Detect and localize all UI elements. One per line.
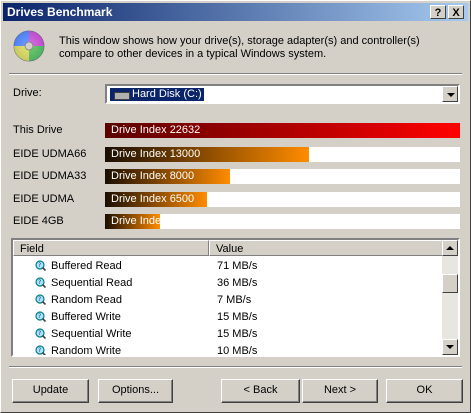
magnifier-question-icon: ? xyxy=(35,345,46,355)
value-cell: 15 MB/s xyxy=(217,328,258,340)
svg-text:?: ? xyxy=(38,313,41,320)
list-item[interactable]: ? Random Write 10 MB/s xyxy=(13,343,443,357)
drive-selected: Hard Disk (C:) xyxy=(110,88,204,101)
benchmark-bar-text: Drive Index 6500 xyxy=(111,193,195,205)
list-item[interactable]: ? Sequential Write 15 MB/s xyxy=(13,326,443,343)
benchmark-label: This Drive xyxy=(13,124,63,136)
scroll-thumb[interactable] xyxy=(442,274,458,293)
svg-text:?: ? xyxy=(38,279,41,286)
cd-disc-icon xyxy=(13,30,45,62)
column-header-value[interactable]: Value xyxy=(209,240,443,256)
field-cell: Random Read xyxy=(51,294,122,306)
back-button[interactable]: < Back xyxy=(221,379,300,403)
benchmark-label: EIDE 4GB xyxy=(13,215,64,227)
scroll-down-button[interactable] xyxy=(442,339,458,355)
field-cell: Random Write xyxy=(51,345,122,357)
benchmark-bar-text: Drive Index 13000 xyxy=(111,148,201,160)
field-cell: Sequential Write xyxy=(51,328,132,340)
benchmark-bar-text: Drive Index 3500 xyxy=(111,215,195,227)
benchmark-bar-track: Drive Index 22632 xyxy=(105,123,460,138)
svg-text:?: ? xyxy=(38,262,41,269)
benchmark-bar-track: Drive Index 3500 xyxy=(105,214,460,229)
list-item[interactable]: ? Random Read 7 MB/s xyxy=(13,292,443,309)
benchmark-label: EIDE UDMA xyxy=(13,193,75,205)
column-header-field[interactable]: Field xyxy=(13,240,209,256)
benchmark-label: EIDE UDMA66 xyxy=(13,148,87,160)
magnifier-question-icon: ? xyxy=(35,294,46,305)
hard-disk-icon xyxy=(114,92,130,100)
svg-text:?: ? xyxy=(38,296,41,303)
help-button[interactable]: ? xyxy=(430,5,446,19)
drive-selected-label: Hard Disk (C:) xyxy=(132,88,202,100)
value-cell: 10 MB/s xyxy=(217,345,258,357)
magnifier-question-icon: ? xyxy=(35,311,46,322)
benchmark-bar-text: Drive Index 22632 xyxy=(111,124,201,136)
scroll-up-button[interactable] xyxy=(442,240,458,256)
svg-text:?: ? xyxy=(38,330,41,337)
benchmark-bar-track: Drive Index 13000 xyxy=(105,147,460,162)
list-item[interactable]: ? Buffered Write 15 MB/s xyxy=(13,309,443,326)
benchmark-bar-text: Drive Index 8000 xyxy=(111,170,195,182)
magnifier-question-icon: ? xyxy=(35,328,46,339)
list-item[interactable]: ? Buffered Read 71 MB/s xyxy=(13,258,443,275)
drive-select[interactable]: Hard Disk (C:) xyxy=(105,84,460,104)
close-button[interactable]: X xyxy=(448,5,464,19)
next-button[interactable]: Next > xyxy=(302,379,378,403)
value-cell: 15 MB/s xyxy=(217,311,258,323)
magnifier-question-icon: ? xyxy=(35,260,46,271)
value-cell: 71 MB/s xyxy=(217,260,258,272)
chevron-down-icon[interactable] xyxy=(442,86,458,102)
benchmark-label: EIDE UDMA33 xyxy=(13,170,87,182)
bottom-separator xyxy=(9,366,462,368)
drive-label: Drive: xyxy=(13,87,42,99)
drives-benchmark-window: Drives Benchmark ? X This window shows h… xyxy=(0,0,471,413)
window-title: Drives Benchmark xyxy=(7,5,113,19)
title-bar[interactable]: Drives Benchmark ? X xyxy=(3,3,468,21)
value-cell: 36 MB/s xyxy=(217,277,258,289)
options-button[interactable]: Options... xyxy=(98,379,173,403)
update-button[interactable]: Update xyxy=(12,379,89,403)
ok-button[interactable]: OK xyxy=(386,379,463,403)
value-cell: 7 MB/s xyxy=(217,294,252,306)
field-cell: Sequential Read xyxy=(51,277,133,289)
svg-text:?: ? xyxy=(38,347,41,354)
list-item[interactable]: ? Sequential Read 36 MB/s xyxy=(13,275,443,292)
benchmark-bar-track: Drive Index 8000 xyxy=(105,169,460,184)
magnifier-question-icon: ? xyxy=(35,277,46,288)
field-cell: Buffered Write xyxy=(51,311,121,323)
field-cell: Buffered Read xyxy=(51,260,122,272)
vertical-scrollbar[interactable] xyxy=(442,240,458,355)
results-list[interactable]: Field Value ? Buffered Read 71 MB/s? Sequen… xyxy=(11,238,460,357)
benchmark-bar-track: Drive Index 6500 xyxy=(105,192,460,207)
top-separator xyxy=(9,73,462,75)
intro-text: This window shows how your drive(s), sto… xyxy=(59,35,420,60)
